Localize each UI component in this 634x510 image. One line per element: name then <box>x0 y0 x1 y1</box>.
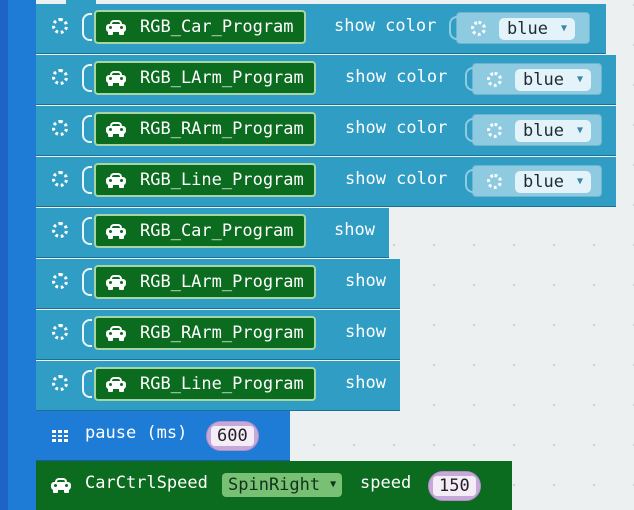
color-input[interactable]: blue ▼ <box>465 165 602 197</box>
gear-icon <box>487 123 502 138</box>
color-dropdown-value: blue <box>507 19 548 39</box>
mode-dropdown-value: SpinRight <box>228 475 321 495</box>
program-label: RGB_RArm_Program <box>140 323 304 343</box>
show-block[interactable]: RGB_Line_Program show <box>36 361 400 411</box>
car-icon <box>106 275 126 290</box>
program-variable[interactable]: RGB_Car_Program <box>94 10 306 44</box>
event-block-spine <box>0 0 8 510</box>
color-dropdown-value: blue <box>523 172 564 192</box>
program-label: RGB_LArm_Program <box>140 68 304 88</box>
show-color-block[interactable]: RGB_RArm_Program show color blue ▼ <box>36 106 616 156</box>
gear-icon <box>487 72 502 87</box>
input-notch <box>82 13 92 41</box>
block-label: show color <box>345 67 448 87</box>
input-notch <box>82 370 92 398</box>
color-input[interactable]: blue ▼ <box>465 114 602 146</box>
input-notch <box>82 115 92 143</box>
caret-down-icon: ▼ <box>576 74 583 85</box>
color-input[interactable]: blue ▼ <box>449 12 590 44</box>
input-notch <box>82 319 92 347</box>
speed-label: speed <box>360 473 412 493</box>
block-label: show <box>334 220 375 240</box>
program-variable[interactable]: RGB_Line_Program <box>94 367 316 401</box>
speed-block-label: CarCtrlSpeed <box>85 473 208 493</box>
color-dropdown[interactable]: blue ▼ <box>515 171 591 193</box>
pause-value-input[interactable]: 600 <box>206 421 259 451</box>
program-label: RGB_Car_Program <box>140 221 294 241</box>
mode-dropdown[interactable]: SpinRight ▼ <box>222 473 343 497</box>
color-dropdown-value: blue <box>523 121 564 141</box>
show-color-block[interactable]: RGB_LArm_Program show color blue ▼ <box>36 55 616 105</box>
grid-icon <box>52 430 68 442</box>
car-icon <box>106 326 126 341</box>
color-dropdown[interactable]: blue ▼ <box>515 120 591 142</box>
car-icon <box>106 122 126 137</box>
input-notch <box>82 64 92 92</box>
color-dropdown[interactable]: blue ▼ <box>499 18 575 40</box>
show-color-block[interactable]: RGB_Car_Program show color blue ▼ <box>36 0 606 54</box>
gear-icon <box>52 69 68 85</box>
show-block[interactable]: RGB_RArm_Program show <box>36 310 400 360</box>
program-label: RGB_Line_Program <box>140 170 304 190</box>
program-label: RGB_LArm_Program <box>140 272 304 292</box>
block-label: show <box>345 373 386 393</box>
gear-icon <box>52 375 68 391</box>
program-label: RGB_Car_Program <box>140 17 294 37</box>
show-block[interactable]: RGB_Car_Program show <box>36 208 389 258</box>
gear-icon <box>52 171 68 187</box>
block-label: show color <box>334 16 437 36</box>
program-variable[interactable]: RGB_Line_Program <box>94 163 316 197</box>
car-icon <box>106 71 126 86</box>
caret-down-icon: ▼ <box>576 125 583 136</box>
caret-down-icon: ▼ <box>560 23 567 34</box>
input-notch <box>82 217 92 245</box>
color-dropdown[interactable]: blue ▼ <box>515 69 591 91</box>
gear-icon <box>487 174 502 189</box>
pause-value: 600 <box>211 426 254 446</box>
block-label: show color <box>345 118 448 138</box>
car-speed-block[interactable]: CarCtrlSpeed SpinRight ▼ speed 150 <box>36 461 512 510</box>
program-label: RGB_Line_Program <box>140 374 304 394</box>
pause-block[interactable]: pause (ms) 600 <box>36 411 290 461</box>
car-icon <box>106 20 126 35</box>
car-icon <box>106 377 126 392</box>
event-block-body <box>8 0 36 510</box>
car-icon <box>51 478 71 493</box>
gear-icon <box>52 222 68 238</box>
input-notch <box>82 166 92 194</box>
gear-icon <box>52 120 68 136</box>
program-variable[interactable]: RGB_RArm_Program <box>94 112 316 146</box>
show-block[interactable]: RGB_LArm_Program show <box>36 259 400 309</box>
speed-value: 150 <box>433 476 476 496</box>
program-variable[interactable]: RGB_LArm_Program <box>94 265 316 299</box>
input-notch <box>82 268 92 296</box>
block-label: show <box>345 271 386 291</box>
program-label: RGB_RArm_Program <box>140 119 304 139</box>
caret-down-icon: ▼ <box>576 176 583 187</box>
car-icon <box>106 173 126 188</box>
caret-down-icon: ▼ <box>330 479 337 490</box>
color-dropdown-value: blue <box>523 70 564 90</box>
gear-icon <box>471 21 486 36</box>
program-variable[interactable]: RGB_LArm_Program <box>94 61 316 95</box>
gear-icon <box>52 18 68 34</box>
program-variable[interactable]: RGB_Car_Program <box>94 214 306 248</box>
speed-value-input[interactable]: 150 <box>428 471 481 501</box>
gear-icon <box>52 273 68 289</box>
gear-icon <box>52 324 68 340</box>
block-label: show <box>345 322 386 342</box>
car-icon <box>106 224 126 239</box>
color-input[interactable]: blue ▼ <box>465 63 602 95</box>
show-color-block[interactable]: RGB_Line_Program show color blue ▼ <box>36 157 616 207</box>
pause-label: pause (ms) <box>85 423 188 443</box>
block-label: show color <box>345 169 448 189</box>
program-variable[interactable]: RGB_RArm_Program <box>94 316 316 350</box>
